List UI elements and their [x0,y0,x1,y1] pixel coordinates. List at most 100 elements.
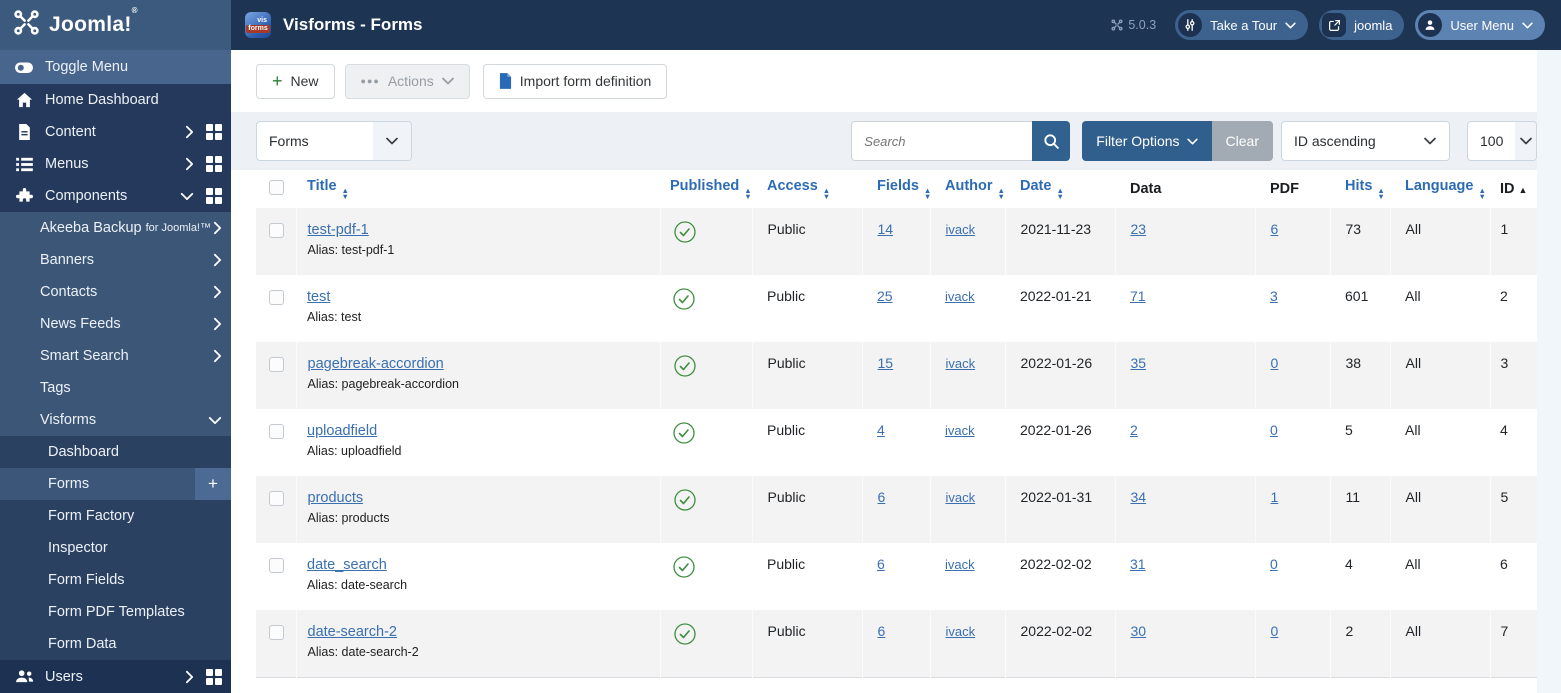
sidebar-item-smart-search[interactable]: Smart Search [0,340,231,372]
search-button[interactable] [1032,121,1071,161]
sidebar-item-akeeba-backup[interactable]: Akeeba Backup for Joomla!™ [0,212,231,244]
new-button[interactable]: + New [256,63,335,99]
author-link[interactable]: ivack [946,356,976,371]
row-checkbox[interactable] [269,223,284,238]
pdf-count-link[interactable]: 3 [1270,288,1278,304]
pdf-count-link[interactable]: 0 [1271,355,1279,371]
published-check-icon[interactable] [673,288,695,310]
sidebar-item-form-pdf-templates[interactable]: Form PDF Templates [0,596,231,628]
author-link[interactable]: ivack [945,423,975,438]
components-grid-icon[interactable] [206,188,222,204]
fields-count-link[interactable]: 14 [878,221,894,237]
data-count-link[interactable]: 35 [1131,355,1147,371]
form-title-link[interactable]: pagebreak-accordion [308,356,444,372]
form-title-link[interactable]: date_search [307,557,387,573]
fields-count-link[interactable]: 15 [878,355,894,371]
add-form-button[interactable]: + [195,468,231,500]
pdf-count-link[interactable]: 6 [1271,221,1279,237]
sidebar-item-menus[interactable]: Menus [0,148,231,180]
row-checkbox[interactable] [269,625,284,640]
row-checkbox[interactable] [269,491,284,506]
sidebar-item-visforms[interactable]: Visforms [0,404,231,436]
form-title-link[interactable]: test-pdf-1 [308,222,369,238]
author-link[interactable]: ivack [945,557,975,572]
row-checkbox[interactable] [269,357,284,372]
actions-button[interactable]: ●●● Actions [344,63,470,99]
fields-count-link[interactable]: 6 [878,623,886,639]
form-title-link[interactable]: products [308,490,364,506]
toggle-menu-button[interactable]: Toggle Menu [0,50,231,84]
language: All [1389,342,1490,409]
sort-by-date[interactable]: Date ▲ ▼ [1020,178,1064,200]
pdf-count-link[interactable]: 0 [1270,422,1278,438]
data-count-link[interactable]: 34 [1131,489,1147,505]
fields-count-link[interactable]: 4 [877,422,885,438]
form-title-link[interactable]: uploadfield [307,423,377,439]
content-grid-icon[interactable] [206,124,222,140]
sidebar-item-users[interactable]: Users [0,660,231,693]
user-menu-button[interactable]: User Menu [1415,10,1545,40]
data-count-link[interactable]: 71 [1130,288,1146,304]
author-link[interactable]: ivack [946,490,976,505]
site-preview-button[interactable]: joomla [1319,10,1405,40]
author-link[interactable]: ivack [945,289,975,304]
filter-bar: Forms Filter Options Clear ID ascending [231,112,1561,170]
sidebar-item-inspector[interactable]: Inspector [0,532,231,564]
sidebar-item-form-fields[interactable]: Form Fields [0,564,231,596]
sort-by-language[interactable]: Language ▲ ▼ [1405,178,1486,200]
sidebar-item-tags[interactable]: Tags [0,372,231,404]
published-check-icon[interactable] [673,556,695,578]
data-count-link[interactable]: 30 [1131,623,1147,639]
pdf-count-link[interactable]: 1 [1271,489,1279,505]
fields-count-link[interactable]: 6 [877,556,885,572]
sort-by-fields[interactable]: Fields ▲ ▼ [877,178,931,200]
select-all-checkbox[interactable] [269,179,284,195]
form-title-link[interactable]: test [307,289,330,305]
row-checkbox[interactable] [269,558,284,573]
list-limit-select[interactable]: 100 [1467,121,1537,161]
sort-by-title[interactable]: Title ▲ ▼ [307,178,349,200]
sort-by-author[interactable]: Author ▲ ▼ [945,178,1005,200]
sort-by-access[interactable]: Access ▲ ▼ [767,178,830,200]
sidebar-item-banners[interactable]: Banners [0,244,231,276]
sidebar-item-visforms-forms[interactable]: Forms + [0,468,231,500]
import-form-definition-button[interactable]: Import form definition [482,63,668,99]
users-grid-icon[interactable] [206,668,222,685]
published-check-icon[interactable] [673,221,696,243]
row-checkbox[interactable] [269,290,284,305]
published-check-icon[interactable] [673,422,695,444]
sort-select[interactable]: ID ascending [1281,121,1450,161]
fields-count-link[interactable]: 6 [878,489,886,505]
published-check-icon[interactable] [673,489,696,511]
form-title-link[interactable]: date-search-2 [308,624,397,640]
sidebar-item-form-data[interactable]: Form Data [0,628,231,660]
sidebar-item-form-factory[interactable]: Form Factory [0,500,231,532]
sidebar-item-visforms-dashboard[interactable]: Dashboard [0,436,231,468]
sort-by-hits[interactable]: Hits ▲ ▼ [1345,178,1385,200]
data-count-link[interactable]: 2 [1130,422,1138,438]
form-alias: Alias: pagebreak-accordion [307,377,459,391]
clear-button[interactable]: Clear [1211,121,1273,161]
published-check-icon[interactable] [673,623,696,645]
search-input[interactable] [851,121,1033,161]
sort-by-id[interactable]: ID ▲ [1500,181,1527,197]
sidebar-item-home-dashboard[interactable]: Home Dashboard [0,84,231,116]
pdf-count-link[interactable]: 0 [1270,556,1278,572]
fields-count-link[interactable]: 25 [877,288,893,304]
sidebar-item-content[interactable]: Content [0,116,231,148]
sidebar-item-components[interactable]: Components [0,180,231,212]
sidebar-item-contacts[interactable]: Contacts [0,276,231,308]
category-select[interactable]: Forms [256,121,412,161]
author-link[interactable]: ivack [946,624,976,639]
author-link[interactable]: ivack [946,222,976,237]
sidebar-item-news-feeds[interactable]: News Feeds [0,308,231,340]
data-count-link[interactable]: 31 [1130,556,1146,572]
published-check-icon[interactable] [673,355,696,377]
data-count-link[interactable]: 23 [1131,221,1147,237]
filter-options-button[interactable]: Filter Options [1082,121,1212,161]
take-a-tour-button[interactable]: Take a Tour [1175,10,1309,40]
row-checkbox[interactable] [269,424,284,439]
sort-by-published[interactable]: Published ▲ ▼ [670,178,752,200]
pdf-count-link[interactable]: 0 [1271,623,1279,639]
menus-grid-icon[interactable] [206,156,222,172]
